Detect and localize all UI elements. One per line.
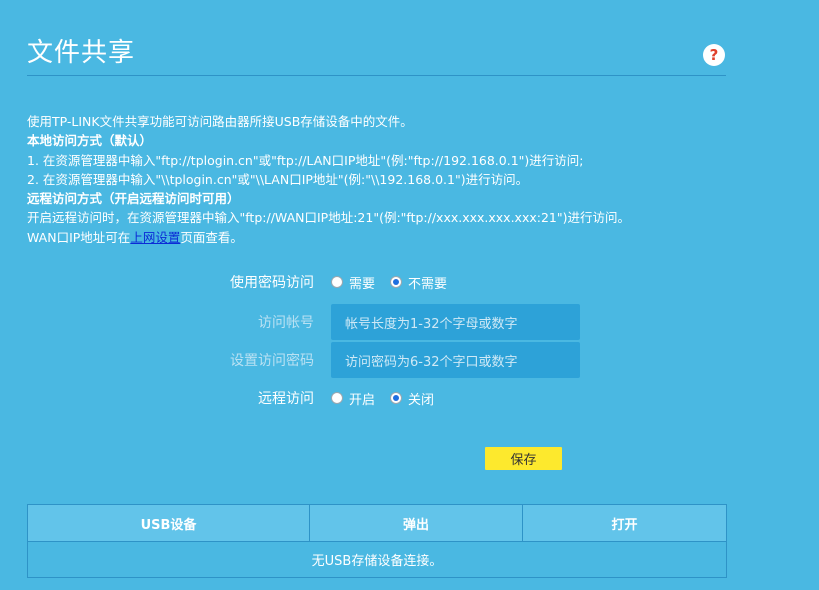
password-required-option[interactable]: 需要 [331,273,375,292]
password-input[interactable]: 访问密码为6-32个字口或数字 [331,342,580,378]
open-header: 打开 [522,504,727,542]
wan-ip-hint-prefix: WAN口IP地址可在 [27,229,131,245]
network-settings-link[interactable]: 上网设置 [130,230,180,245]
wan-ip-hint-suffix: 页面查看。 [180,229,243,245]
wan-ip-hint: WAN口IP地址可在上网设置页面查看。 [27,228,787,247]
page-title: 文件共享 [27,38,136,68]
local-access-heading: 本地访问方式（默认） [27,133,153,149]
table-header-row: USB设备 弹出 打开 [27,504,727,542]
password-required-label: 需要 [349,276,376,292]
password-access-label: 使用密码访问 [230,275,314,291]
remote-on-radio[interactable] [331,392,343,404]
save-button[interactable]: 保存 [485,447,562,470]
usb-device-header: USB设备 [27,504,310,542]
password-label: 设置访问密码 [230,353,314,369]
description-intro: 使用TP-LINK文件共享功能可访问路由器所接USB存储设备中的文件。 [27,114,413,129]
eject-header: 弹出 [309,504,523,542]
account-row: 访问帐号 帐号长度为1-32个字母或数字 [144,304,580,340]
remote-on-label: 开启 [349,392,376,408]
remote-off-radio[interactable] [390,392,403,404]
remote-off-option[interactable]: 关闭 [390,389,434,408]
remote-access-row: 远程访问 开启 关闭 [144,388,449,408]
title-divider [27,75,726,76]
remote-off-label: 关闭 [408,392,435,408]
account-label: 访问帐号 [258,315,314,331]
table-row: 无USB存储设备连接。 [27,541,727,578]
remote-access-heading: 远程访问方式（开启远程访问时可用） [27,191,240,207]
local-access-step-2: 2. 在资源管理器中输入"\\tplogin.cn"或"\\LAN口IP地址"(… [27,171,529,187]
password-row: 设置访问密码 访问密码为6-32个字口或数字 [144,342,580,378]
usb-device-table: USB设备 弹出 打开 无USB存储设备连接。 [27,504,727,578]
remote-access-step: 开启远程访问时，在资源管理器中输入"ftp://WAN口IP地址:21"(例:"… [27,210,630,226]
password-required-radio[interactable] [331,276,343,288]
account-input[interactable]: 帐号长度为1-32个字母或数字 [331,304,580,340]
description: 使用TP-LINK文件共享功能可访问路由器所接USB存储设备中的文件。 本地访问… [27,112,787,247]
password-access-row: 使用密码访问 需要 不需要 [144,272,462,292]
password-not-required-radio[interactable] [390,276,403,288]
empty-message: 无USB存储设备连接。 [27,541,727,578]
remote-on-option[interactable]: 开启 [331,389,375,408]
remote-access-label: 远程访问 [258,391,314,407]
local-access-step-1: 1. 在资源管理器中输入"ftp://tplogin.cn"或"ftp://LA… [27,152,584,168]
help-icon[interactable]: ? [703,44,725,66]
password-not-required-label: 不需要 [408,276,448,292]
password-not-required-option[interactable]: 不需要 [390,273,447,292]
